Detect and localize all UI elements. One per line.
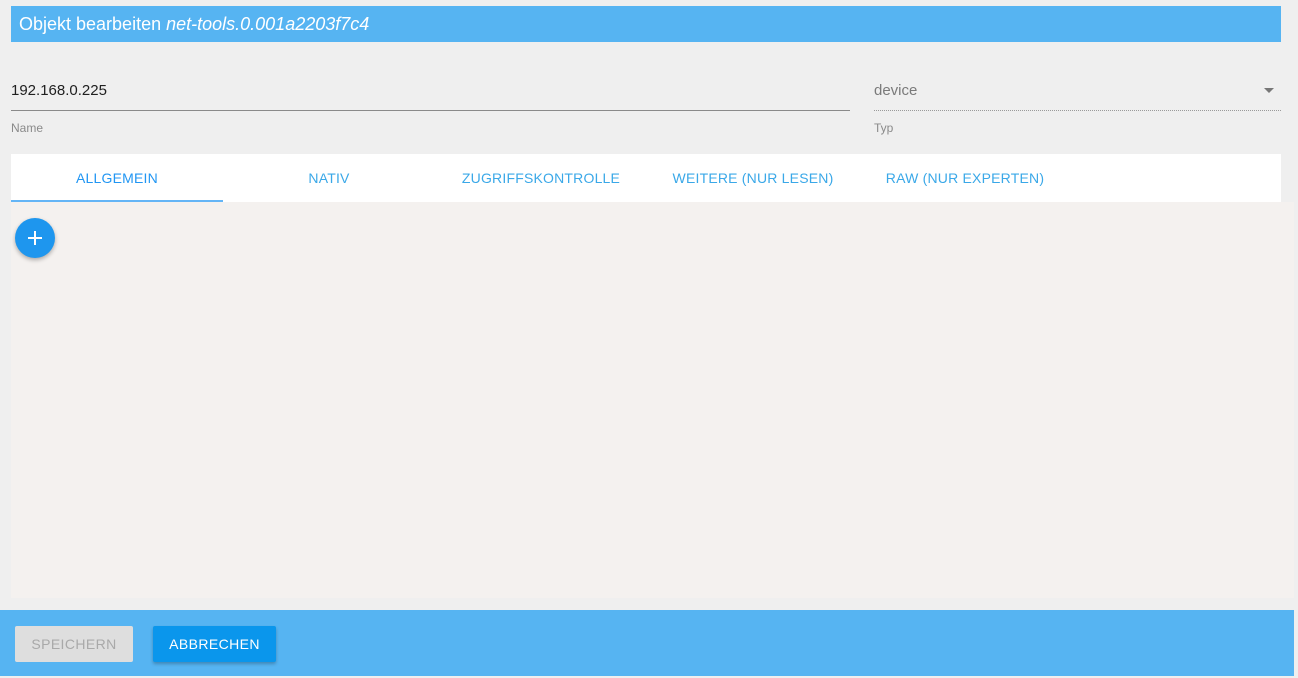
tab-weitere[interactable]: WEITERE (NUR LESEN) (647, 154, 859, 202)
tab-raw[interactable]: RAW (NUR EXPERTEN) (859, 154, 1071, 202)
name-underline (11, 110, 850, 111)
type-value: device (874, 82, 918, 99)
name-input[interactable]: 192.168.0.225 (11, 72, 850, 110)
type-select[interactable]: device Typ (874, 72, 1281, 135)
name-field[interactable]: 192.168.0.225 Name (11, 72, 850, 135)
save-button[interactable]: SPEICHERN (15, 626, 133, 662)
name-label: Name (11, 121, 44, 135)
tab-nativ[interactable]: NATIV (223, 154, 435, 202)
dialog-title: Objekt bearbeiten net-tools.0.001a2203f7… (11, 6, 1281, 42)
edit-object-dialog: Objekt bearbeiten net-tools.0.001a2203f7… (0, 0, 1298, 678)
tab-content-panel (11, 202, 1294, 598)
tab-zugriffskontrolle[interactable]: ZUGRIFFSKONTROLLE (435, 154, 647, 202)
dialog-footer: SPEICHERN ABBRECHEN (0, 610, 1294, 676)
plus-icon (28, 231, 42, 245)
cancel-button[interactable]: ABBRECHEN (153, 626, 276, 662)
chevron-down-icon[interactable] (1264, 88, 1274, 93)
add-button[interactable] (15, 218, 55, 258)
type-select-value[interactable]: device (874, 72, 1281, 110)
tab-allgemein[interactable]: ALLGEMEIN (11, 154, 223, 202)
dialog-title-prefix: Objekt bearbeiten (19, 14, 162, 34)
type-label: Typ (874, 121, 894, 135)
tab-bar: ALLGEMEIN NATIV ZUGRIFFSKONTROLLE WEITER… (11, 154, 1281, 202)
object-id: net-tools.0.001a2203f7c4 (166, 14, 370, 34)
type-underline (874, 110, 1281, 111)
